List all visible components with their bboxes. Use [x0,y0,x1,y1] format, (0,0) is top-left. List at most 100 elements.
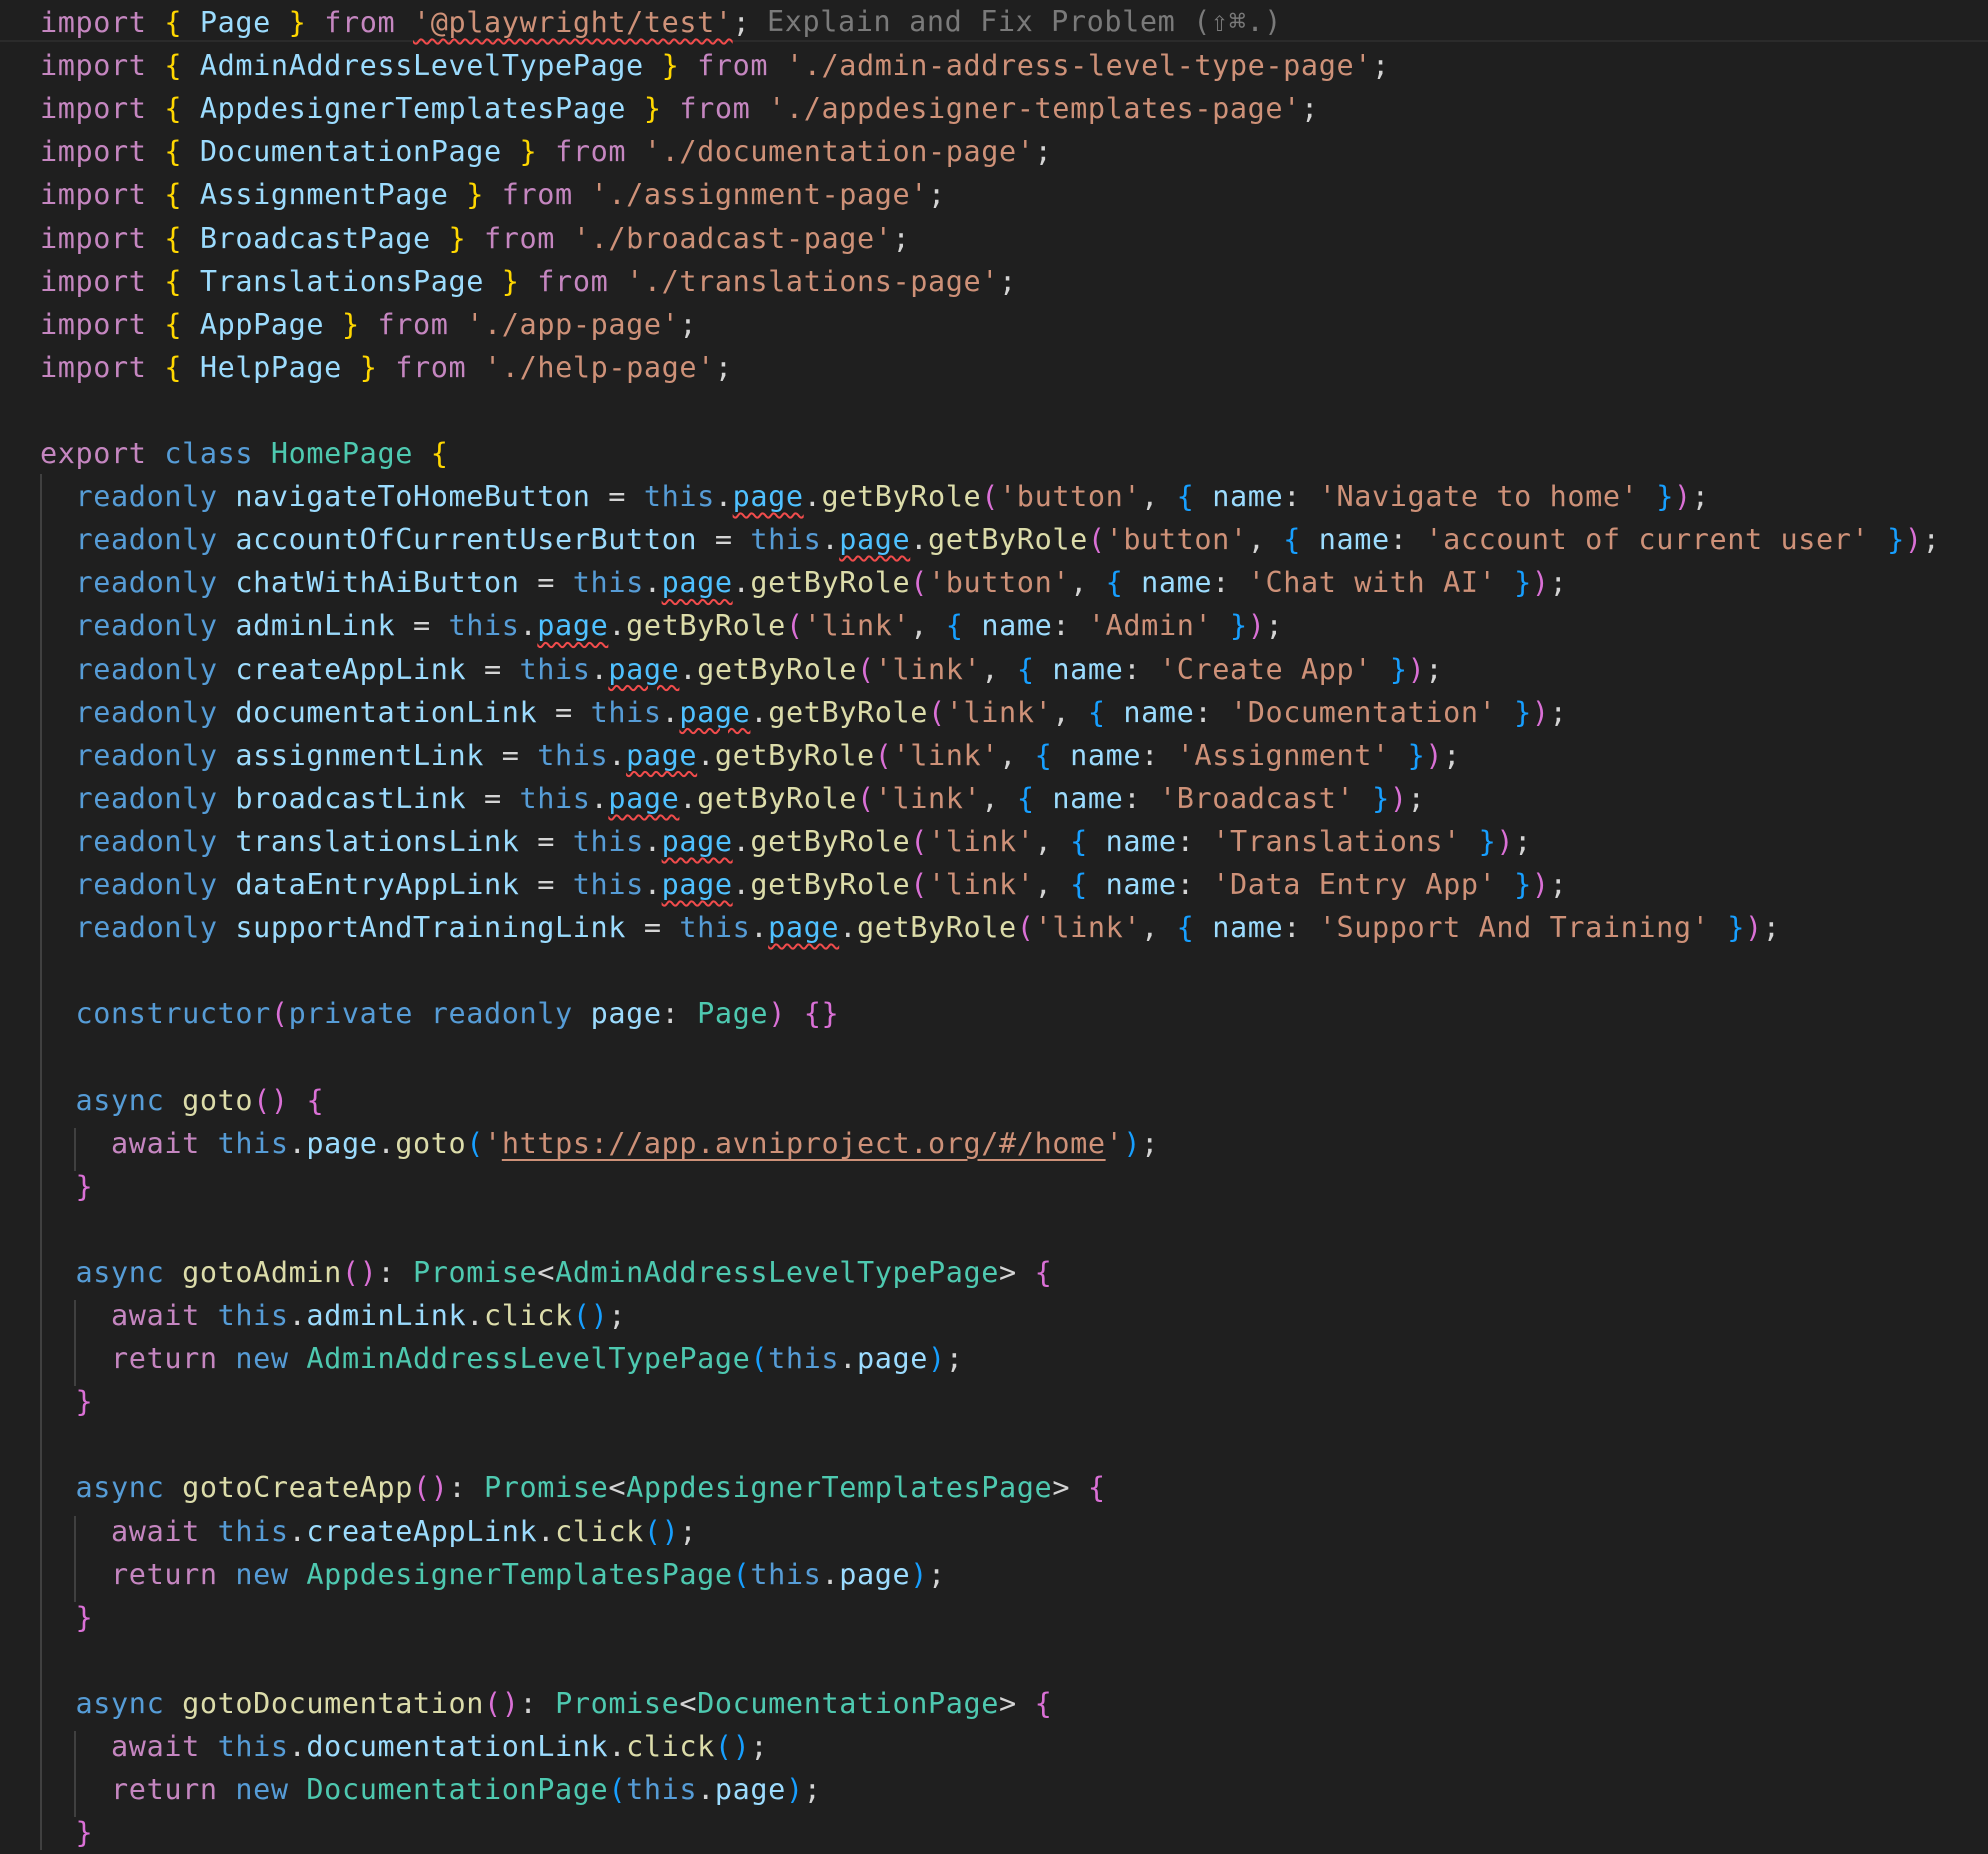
code-token: . [537,1514,556,1548]
code-token: . [732,868,751,901]
code-token: name [1123,695,1195,729]
code-token: , [910,609,946,643]
code-token: './translations-page' [626,264,1000,298]
code-line[interactable]: readonly documentationLink = this.page.g… [40,691,1567,734]
code-token: : [1212,566,1248,600]
code-line[interactable]: await this.documentationLink.click(); [40,1725,768,1768]
code-token: return [111,1773,218,1807]
code-line[interactable]: } [40,1596,93,1639]
code-token: { [306,1083,325,1117]
code-line[interactable]: } [40,1811,93,1854]
code-token: . [608,609,627,643]
code-line[interactable]: readonly accountOfCurrentUserButton = th… [40,518,1940,561]
code-line[interactable]: import { AssignmentPage } from './assign… [40,173,946,216]
code-editor[interactable]: import { Page } from '@playwright/test';… [0,0,1988,1850]
code-line[interactable]: readonly supportAndTrainingLink = this.p… [40,906,1781,949]
code-token: import [40,6,147,39]
code-line[interactable]: import { AppdesignerTemplatesPage } from… [40,87,1319,130]
code-token: . [750,911,769,945]
code-token: ( [856,652,875,686]
code-token: ; [1034,135,1053,169]
code-line[interactable]: await this.createAppLink.click(); [40,1510,697,1553]
code-line[interactable]: } [40,1380,93,1423]
code-token: getByRole [714,738,875,772]
code-token: < [679,1686,698,1720]
code-line[interactable]: await this.adminLink.click(); [40,1294,626,1337]
code-token: 'Admin' [1087,609,1213,643]
code-line[interactable]: export class HomePage { [40,432,449,475]
code-token: 'link' [928,824,1035,858]
code-line[interactable]: readonly createAppLink = this.page.getBy… [40,648,1443,691]
code-token: from [395,350,467,384]
code-line[interactable]: readonly navigateToHomeButton = this.pag… [40,475,1709,518]
code-token: gotoAdmin [182,1255,342,1289]
code-token: : [661,997,698,1031]
code-line[interactable]: import { AdminAddressLevelTypePage } fro… [40,44,1390,87]
code-line[interactable]: async gotoDocumentation(): Promise<Docum… [40,1682,1052,1725]
code-line[interactable]: return new DocumentationPage(this.page); [40,1768,821,1811]
code-line[interactable]: import { HelpPage } from './help-page'; [40,346,733,389]
code-line[interactable]: async goto() { [40,1079,324,1122]
code-token: this [679,911,751,945]
code-line[interactable]: readonly chatWithAiButton = this.page.ge… [40,561,1567,604]
code-line[interactable]: readonly dataEntryAppLink = this.page.ge… [40,863,1567,906]
code-line[interactable]: constructor(private readonly page: Page)… [40,992,839,1035]
code-token: 'Chat with AI' [1247,566,1497,600]
code-line[interactable]: } [40,1165,93,1208]
code-token: page [661,566,733,600]
code-token: } [1389,652,1408,686]
code-token: documentationLink [235,695,538,729]
code-line[interactable]: readonly assignmentLink = this.page.getB… [40,734,1461,777]
inline-hint-explain-fix[interactable]: Explain and Fix Problem (⇧⌘.) [767,0,1282,43]
code-line[interactable]: readonly adminLink = this.page.getByRole… [40,604,1283,647]
code-line[interactable]: import { TranslationsPage } from './tran… [40,260,1017,303]
code-token: ; [732,6,751,39]
code-token: https://app.avniproject.org/#/home [501,1126,1106,1160]
code-line[interactable]: return new AppdesignerTemplatesPage(this… [40,1553,946,1596]
code-token: : [519,1686,556,1720]
code-token: } [1656,480,1674,514]
code-line[interactable]: return new AdminAddressLevelTypePage(thi… [40,1337,964,1380]
code-line[interactable]: async gotoCreateApp(): Promise<Appdesign… [40,1466,1106,1509]
code-token: from [537,264,609,298]
code-token: { [1087,695,1106,729]
code-token: 'Data Entry App' [1212,868,1497,901]
code-line[interactable]: import { AppPage } from './app-page'; [40,303,697,346]
code-token: ' [1105,1126,1124,1160]
code-token: { [1034,1686,1053,1720]
code-line[interactable]: import { Page } from '@playwright/test'; [40,1,750,44]
code-line[interactable]: import { DocumentationPage } from './doc… [40,130,1052,173]
code-token: name [1212,911,1284,945]
code-line[interactable]: readonly broadcastLink = this.page.getBy… [40,777,1425,820]
code-token: async [75,1255,165,1289]
code-line[interactable]: readonly translationsLink = this.page.ge… [40,820,1532,863]
code-line[interactable]: import { BroadcastPage } from './broadca… [40,217,910,260]
code-token: new [235,1342,289,1376]
code-line[interactable]: async gotoAdmin(): Promise<AdminAddressL… [40,1251,1052,1294]
code-line[interactable]: await this.page.goto('https://app.avnipr… [40,1122,1159,1165]
code-token: page [537,609,609,643]
code-token: Page [199,6,271,39]
code-token: . [679,781,698,815]
code-token: 'button' [999,480,1142,514]
code-token: { [1034,1255,1053,1289]
code-token: constructor [75,997,271,1031]
